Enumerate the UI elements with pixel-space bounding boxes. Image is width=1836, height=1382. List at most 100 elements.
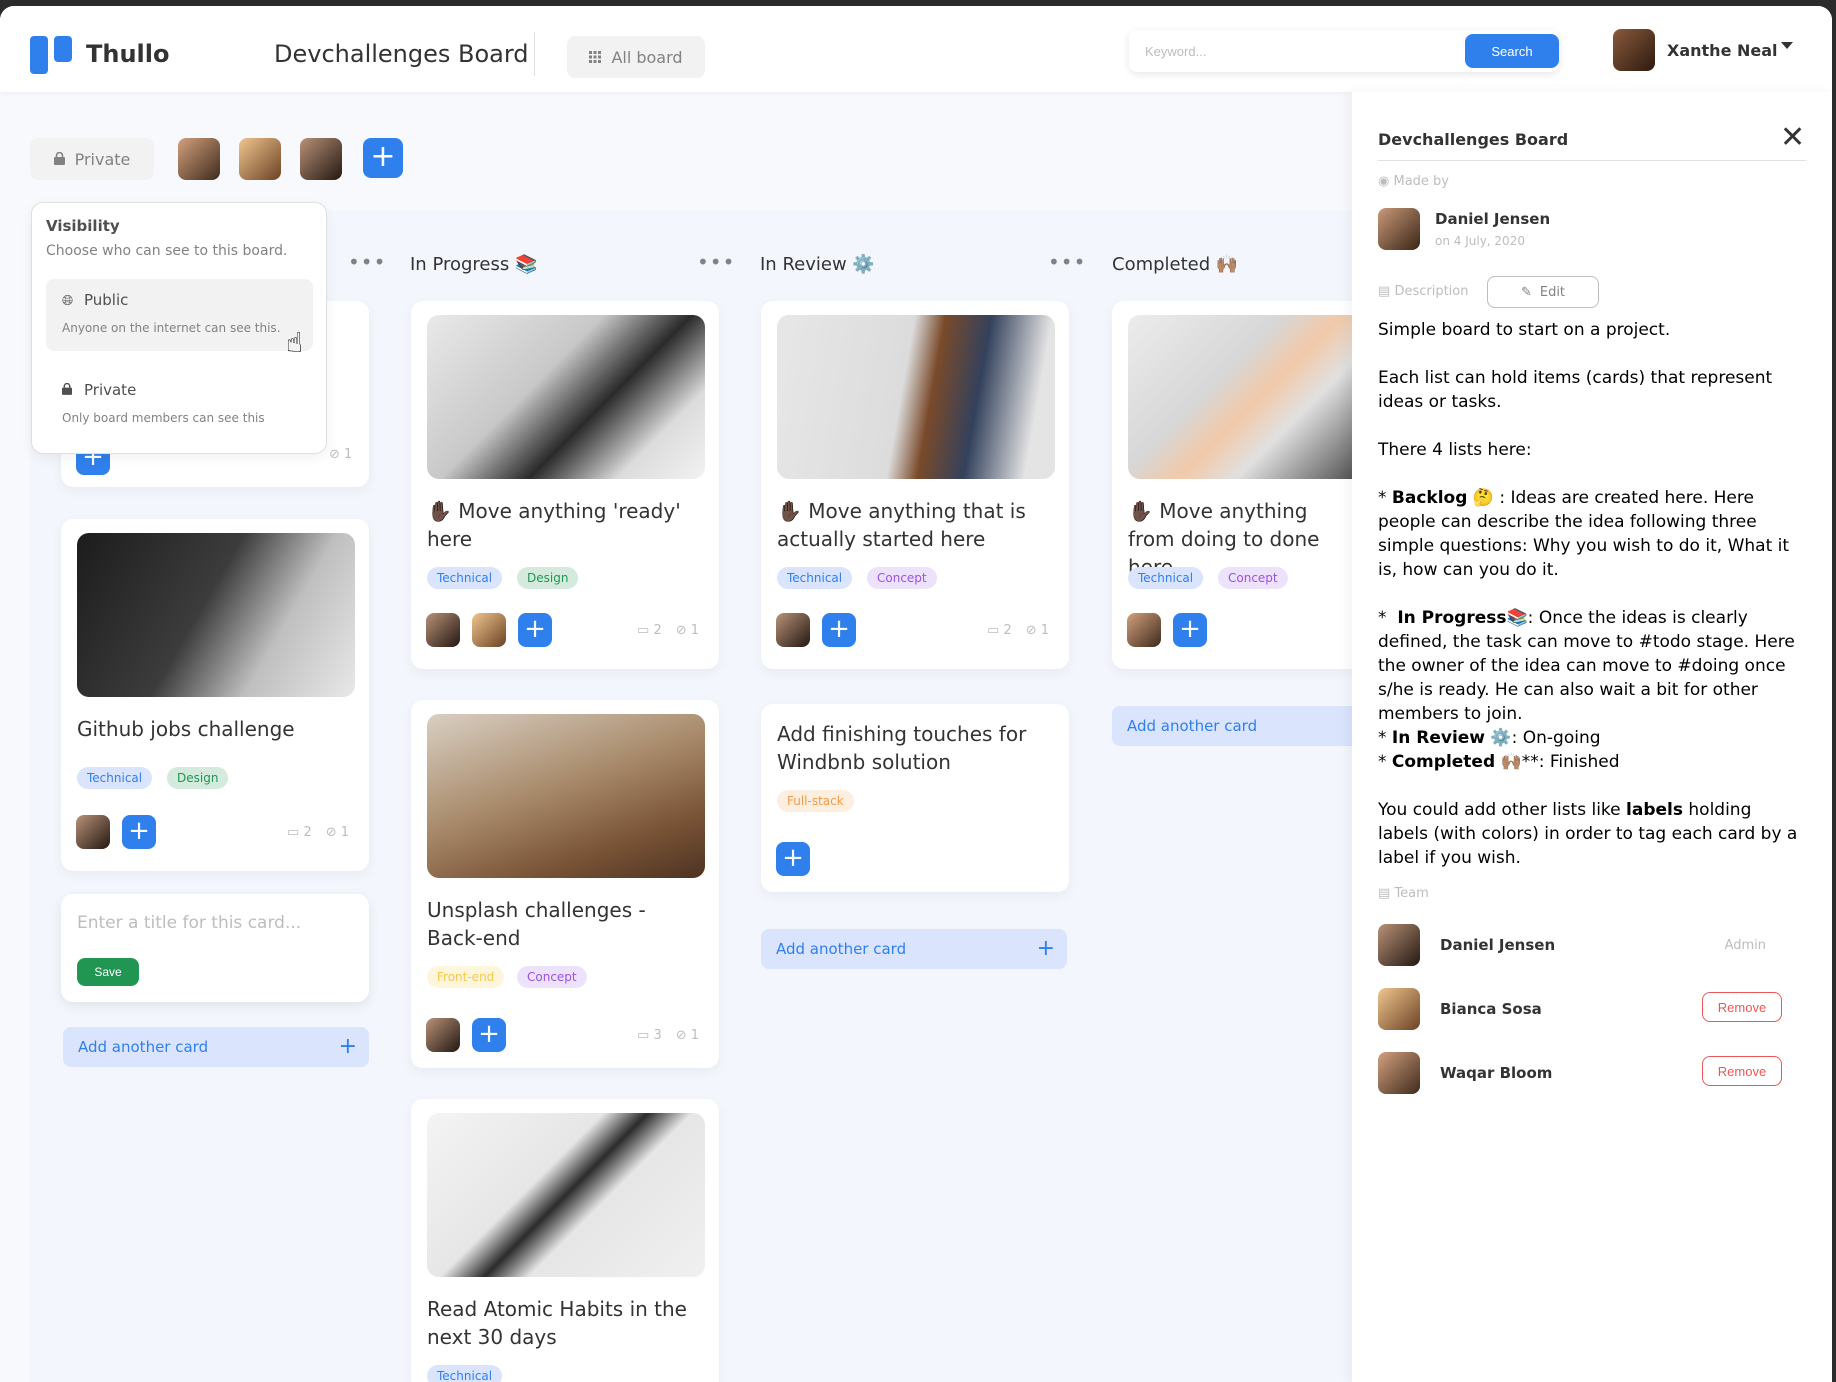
save-card-button[interactable]: Save [77, 958, 139, 986]
member-avatar[interactable] [239, 138, 281, 180]
search-button[interactable]: Search [1465, 34, 1559, 68]
remove-member-button[interactable]: Remove [1702, 992, 1782, 1022]
team-member-row: Waqar Bloom Remove [1378, 1052, 1808, 1096]
all-board-button[interactable]: All board [567, 36, 705, 78]
member-avatar[interactable] [178, 138, 220, 180]
in-progress-card[interactable]: ✋🏿 Move anything 'ready' here Technical … [411, 301, 719, 669]
description-paragraph: There 4 lists here: [1378, 440, 1532, 460]
list-title-completed: Completed 🙌🏽 [1112, 254, 1239, 275]
member-avatar [1378, 924, 1420, 966]
caret-down-icon[interactable] [1781, 42, 1793, 49]
visibility-option-public[interactable]: 🌐︎ Public Anyone on the internet can see… [46, 279, 313, 351]
globe-icon: 🌐︎ [62, 293, 74, 309]
add-another-card-button[interactable]: Add another card [1112, 706, 1352, 746]
add-card-member-button[interactable]: + [122, 815, 156, 849]
comment-icon: ▭ [287, 825, 300, 840]
visibility-popover: Visibility Choose who can see to this bo… [31, 202, 327, 454]
in-progress-card[interactable]: Read Atomic Habits in the next 30 days T… [411, 1099, 719, 1382]
top-header: Thullo Devchallenges Board All board Sea… [0, 6, 1832, 92]
card-meta: ⊘ 1 [329, 447, 352, 462]
card-cover-image [77, 533, 355, 697]
card-member-avatar[interactable] [426, 1018, 460, 1052]
paperclip-icon: ⊘ [325, 825, 337, 840]
completed-card[interactable]: ✋🏿 Move anything from doing to done here… [1112, 301, 1352, 669]
user-avatar[interactable] [1613, 29, 1655, 71]
attachment-count: ⊘ 1 [325, 825, 350, 840]
lock-icon [53, 150, 65, 169]
app-window: Thullo Devchallenges Board All board Sea… [0, 6, 1832, 1382]
document-icon: ▤ [1378, 284, 1391, 299]
card-meta: ▭ 2 ⊘ 1 [987, 623, 1049, 638]
card-title: Unsplash challenges - Back-end [427, 898, 646, 950]
hand-pointer-icon: ☝ [286, 326, 304, 359]
in-progress-card[interactable]: Unsplash challenges - Back-end Front-end… [411, 700, 719, 1068]
comment-count: ▭ 2 [637, 623, 662, 638]
paperclip-icon: ⊘ [675, 623, 687, 638]
in-review-card[interactable]: ✋🏿 Move anything that is actually starte… [761, 301, 1069, 669]
pencil-icon: ✎ [1520, 284, 1532, 300]
tag-label: Concept [517, 966, 587, 988]
tag-label: Concept [867, 567, 937, 589]
card-member-avatar[interactable] [1127, 613, 1161, 647]
in-progress-list-menu-icon[interactable]: ••• [697, 250, 735, 274]
description-paragraph: Each list can hold items (cards) that re… [1378, 368, 1773, 412]
card-cover-image [777, 315, 1055, 479]
comment-icon: ▭ [987, 623, 1000, 638]
card-member-avatar[interactable] [76, 815, 110, 849]
add-another-card-button[interactable]: Add another card + [761, 929, 1067, 969]
add-card-member-button[interactable]: + [1173, 613, 1207, 647]
add-card-member-button[interactable]: + [518, 613, 552, 647]
visibility-option-private[interactable]: Private Only board members can see this [46, 369, 313, 441]
comment-icon: ▭ [637, 1028, 650, 1043]
card-member-avatar[interactable] [776, 613, 810, 647]
backlog-list-menu-icon[interactable]: ••• [348, 250, 386, 274]
member-avatar [1378, 988, 1420, 1030]
user-name[interactable]: Xanthe Neal [1667, 41, 1778, 60]
lock-icon [62, 382, 72, 399]
card-member-avatar[interactable] [472, 613, 506, 647]
tag-label: Concept [1218, 567, 1288, 589]
visibility-button[interactable]: Private [30, 138, 154, 180]
in-review-card[interactable]: Add finishing touches for Windbnb soluti… [761, 704, 1069, 892]
member-name: Daniel Jensen [1440, 936, 1556, 954]
comment-count: ▭ 3 [637, 1028, 662, 1043]
new-card-title-input[interactable] [77, 908, 347, 938]
card-title: ✋🏿 Move anything 'ready' here [427, 499, 681, 551]
in-review-list-menu-icon[interactable]: ••• [1048, 250, 1086, 274]
member-avatar[interactable] [300, 138, 342, 180]
card-title: Github jobs challenge [77, 717, 295, 741]
card-title: Read Atomic Habits in the next 30 days [427, 1297, 687, 1349]
thullo-logo[interactable] [30, 36, 72, 74]
list-title-in-progress: In Progress 📚 [410, 254, 538, 275]
search-bar: Search [1129, 30, 1559, 72]
description-in-progress: * In Progress📚: Once the ideas is clearl… [1378, 608, 1795, 724]
card-title: ✋🏿 Move anything that is actually starte… [777, 499, 1026, 551]
description-completed: * Completed 🙌🏽**: Finished [1378, 752, 1620, 772]
add-member-button[interactable]: + [363, 138, 403, 178]
tag-label: Technical [427, 1365, 503, 1382]
add-card-member-button[interactable]: + [776, 842, 810, 876]
backlog-card[interactable]: Github jobs challenge Technical Design +… [61, 519, 369, 871]
tag-label: Front-end [427, 966, 505, 988]
search-input[interactable] [1145, 30, 1425, 72]
attachment-count: ⊘ 1 [1025, 623, 1050, 638]
grid-icon [589, 48, 602, 67]
card-cover-image [1128, 315, 1352, 479]
option-title: Private [84, 381, 137, 399]
member-name: Waqar Bloom [1440, 1064, 1553, 1082]
remove-member-button[interactable]: Remove [1702, 1056, 1782, 1086]
close-icon[interactable]: ✕ [1780, 120, 1805, 155]
popover-subtitle: Choose who can see to this board. [46, 243, 288, 259]
attachment-count: ⊘ 1 [329, 447, 353, 462]
edit-description-button[interactable]: ✎ Edit [1487, 276, 1599, 308]
add-another-card-button[interactable]: Add another card + [63, 1027, 369, 1067]
add-card-member-button[interactable]: + [822, 613, 856, 647]
user-circle-icon: ◉ [1378, 174, 1390, 189]
card-member-avatar[interactable] [426, 613, 460, 647]
card-meta: ▭ 2 ⊘ 1 [287, 825, 349, 840]
add-card-member-button[interactable]: + [472, 1018, 506, 1052]
creator-avatar [1378, 208, 1420, 250]
brand-name: Thullo [86, 40, 170, 68]
card-cover-image [427, 315, 705, 479]
paperclip-icon: ⊘ [1025, 623, 1037, 638]
